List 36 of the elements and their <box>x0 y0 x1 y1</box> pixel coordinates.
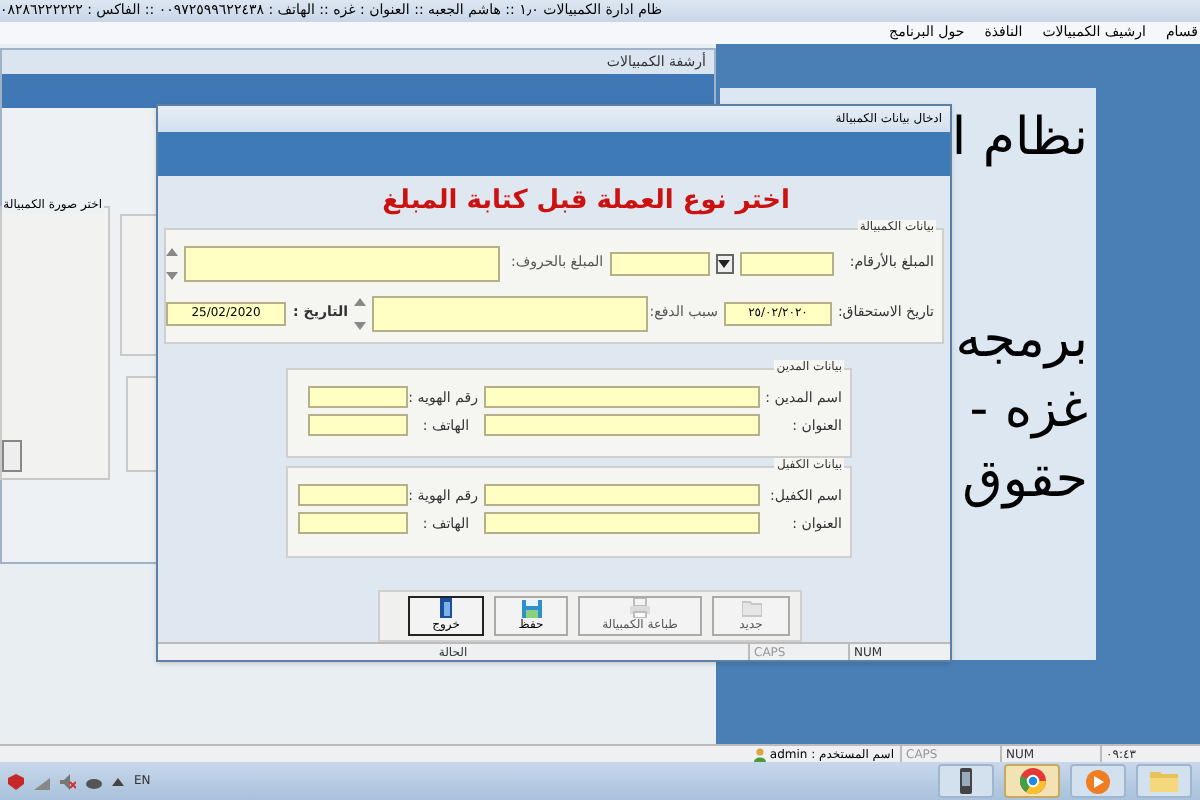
input-field[interactable] <box>484 414 760 437</box>
spinner-control[interactable] <box>354 297 366 330</box>
input-field[interactable] <box>372 295 648 332</box>
splash-text: حقوق <box>962 450 1088 510</box>
input-field[interactable] <box>484 484 760 507</box>
notice-text: اختر نوع العملة قبل كتابة المبلغ <box>382 184 790 221</box>
caret-icon[interactable] <box>112 777 124 785</box>
side-panel <box>120 214 160 356</box>
taskbar-button[interactable] <box>938 764 994 798</box>
input-field[interactable] <box>298 512 408 535</box>
input-field[interactable] <box>484 512 760 535</box>
input-field[interactable] <box>298 484 408 507</box>
browser-icon <box>1019 768 1045 794</box>
splash-text: نظام ا <box>951 108 1088 168</box>
phone-icon <box>958 768 974 794</box>
printer-icon <box>630 597 650 618</box>
user-icon <box>753 747 766 761</box>
input-field[interactable] <box>308 386 408 409</box>
splash-text: برمجه <box>955 310 1088 370</box>
door-icon <box>436 597 456 618</box>
taskbar-button[interactable] <box>1004 764 1060 798</box>
folder-icon <box>1150 770 1178 792</box>
input-field[interactable] <box>184 245 500 282</box>
input-field[interactable] <box>308 414 408 437</box>
spinner-control[interactable] <box>166 247 178 280</box>
input-field[interactable] <box>740 251 835 276</box>
input-field[interactable] <box>484 386 760 409</box>
speaker-muted-icon[interactable] <box>60 773 76 789</box>
dropdown-button[interactable] <box>715 253 735 274</box>
play-icon <box>1086 769 1110 793</box>
signal-icon[interactable] <box>34 773 50 789</box>
input-field[interactable] <box>609 251 710 276</box>
floppy-icon <box>521 597 541 618</box>
browse-button[interactable] <box>2 440 22 472</box>
folder-icon <box>741 597 761 618</box>
splash-text: غزه - <box>969 380 1088 440</box>
